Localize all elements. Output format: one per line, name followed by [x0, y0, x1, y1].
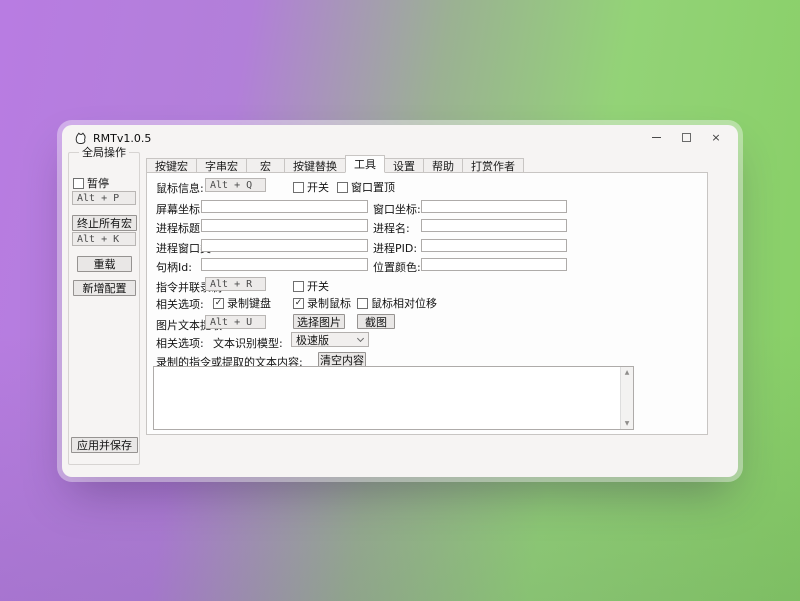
handle-id-input[interactable]	[201, 258, 368, 271]
mouse-relative-label: 鼠标相对位移	[371, 295, 437, 311]
titlebar[interactable]: RMTv1.0.5 ×	[62, 125, 738, 151]
window-coords-input[interactable]	[421, 200, 567, 213]
screen-coords-input[interactable]	[201, 200, 368, 213]
process-window-class-input[interactable]	[201, 239, 368, 252]
process-title-input[interactable]	[201, 219, 368, 232]
mouse-info-switch-label: 开关	[307, 179, 329, 195]
chevron-down-icon	[357, 334, 364, 341]
mouse-info-switch-checkbox[interactable]: 开关	[293, 179, 329, 195]
stop-all-macros-button[interactable]: 终止所有宏	[72, 215, 137, 231]
textarea-scrollbar[interactable]: ▲ ▼	[620, 367, 633, 429]
scroll-up-icon[interactable]: ▲	[621, 367, 633, 378]
minimize-icon	[652, 137, 661, 138]
ocr-model-label: 文本识别模型:	[213, 335, 283, 351]
select-image-button[interactable]: 选择图片	[293, 314, 345, 329]
handle-id-label: 句柄Id:	[156, 259, 192, 275]
process-name-label: 进程名:	[373, 220, 410, 236]
maximize-button[interactable]	[676, 128, 696, 146]
mouse-info-switch-checkbox-icon[interactable]	[293, 182, 304, 193]
window-title: RMTv1.0.5	[93, 132, 151, 145]
tab-macro[interactable]: 宏	[246, 158, 285, 173]
ocr-model-select[interactable]: 极速版	[291, 332, 369, 347]
mouse-relative-checkbox-icon[interactable]	[357, 298, 368, 309]
clear-content-button[interactable]: 清空内容	[318, 352, 366, 367]
tab-tools[interactable]: 工具	[345, 155, 385, 173]
process-pid-label: 进程PID:	[373, 240, 417, 256]
tab-key-macro[interactable]: 按键宏	[146, 158, 197, 173]
stop-hotkey-input[interactable]: Alt + K	[72, 232, 136, 246]
window-topmost-checkbox[interactable]: 窗口置顶	[337, 179, 395, 195]
record-hotkey-input[interactable]: Alt + R	[205, 277, 266, 291]
tab-string-macro[interactable]: 字串宏	[196, 158, 247, 173]
app-icon	[74, 132, 87, 145]
pause-label: 暂停	[87, 175, 109, 191]
content-text	[156, 369, 618, 427]
mouse-info-label: 鼠标信息:	[156, 180, 204, 196]
ocr-hotkey-input[interactable]: Alt + U	[205, 315, 266, 329]
record-keyboard-label: 录制键盘	[227, 295, 271, 311]
process-pid-input[interactable]	[421, 239, 567, 252]
maximize-icon	[682, 133, 691, 142]
process-title-label: 进程标题:	[156, 220, 204, 236]
pause-checkbox-icon[interactable]	[73, 178, 84, 189]
record-mouse-label: 录制鼠标	[307, 295, 351, 311]
record-keyboard-checkbox[interactable]: ✓ 录制键盘	[213, 295, 271, 311]
record-mouse-checkbox[interactable]: ✓ 录制鼠标	[293, 295, 351, 311]
process-name-input[interactable]	[421, 219, 567, 232]
content-textarea[interactable]: ▲ ▼	[153, 366, 634, 430]
record-mouse-checkbox-icon[interactable]: ✓	[293, 298, 304, 309]
mouse-relative-checkbox[interactable]: 鼠标相对位移	[357, 295, 437, 311]
position-color-label: 位置颜色:	[373, 259, 421, 275]
global-operations-title: 全局操作	[79, 144, 129, 160]
record-switch-label: 开关	[307, 278, 329, 294]
scroll-down-icon[interactable]: ▼	[621, 418, 633, 429]
record-switch-checkbox-icon[interactable]	[293, 281, 304, 292]
mouse-info-hotkey-input[interactable]: Alt + Q	[205, 178, 266, 192]
record-keyboard-checkbox-icon[interactable]: ✓	[213, 298, 224, 309]
tab-settings[interactable]: 设置	[384, 158, 424, 173]
position-color-input[interactable]	[421, 258, 567, 271]
tools-panel: 鼠标信息: Alt + Q 开关 窗口置顶 屏幕坐标: 进程标题: 进程窗口类:…	[146, 172, 708, 435]
ocr-options-label: 相关选项:	[156, 335, 204, 351]
desktop-background: RMTv1.0.5 × 全局操作 暂停 Alt + P 终止所有宏 Alt + …	[0, 0, 800, 601]
ocr-model-value: 极速版	[296, 332, 329, 348]
tab-donate[interactable]: 打赏作者	[462, 158, 524, 173]
screenshot-button[interactable]: 截图	[357, 314, 395, 329]
minimize-button[interactable]	[646, 128, 666, 146]
global-operations-group: 全局操作 暂停 Alt + P 终止所有宏 Alt + K 重载 新增配置 应用…	[68, 152, 140, 465]
pause-hotkey-input[interactable]: Alt + P	[72, 191, 136, 205]
add-config-button[interactable]: 新增配置	[73, 280, 136, 296]
pause-checkbox[interactable]: 暂停	[73, 175, 109, 191]
window-topmost-label: 窗口置顶	[351, 179, 395, 195]
window-coords-label: 窗口坐标:	[373, 201, 421, 217]
tab-key-replace[interactable]: 按键替换	[284, 158, 346, 173]
apply-save-button[interactable]: 应用并保存	[71, 437, 138, 453]
app-window: RMTv1.0.5 × 全局操作 暂停 Alt + P 终止所有宏 Alt + …	[62, 125, 738, 477]
reload-button[interactable]: 重载	[77, 256, 132, 272]
record-options-label: 相关选项:	[156, 296, 204, 312]
screen-coords-label: 屏幕坐标:	[156, 201, 204, 217]
tab-help[interactable]: 帮助	[423, 158, 463, 173]
record-switch-checkbox[interactable]: 开关	[293, 278, 329, 294]
window-topmost-checkbox-icon[interactable]	[337, 182, 348, 193]
tab-bar: 按键宏 字串宏 宏 按键替换 工具 设置 帮助 打赏作者	[146, 155, 523, 173]
close-button[interactable]: ×	[706, 128, 726, 146]
window-controls: ×	[636, 128, 726, 146]
close-icon: ×	[711, 132, 720, 143]
